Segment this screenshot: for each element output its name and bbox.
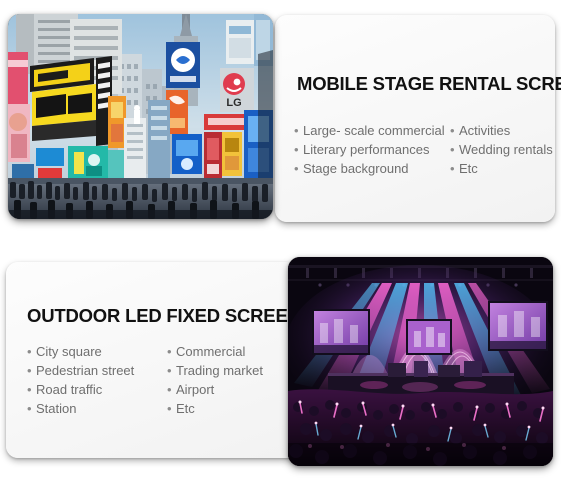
list-item: • Etc (450, 159, 553, 178)
bullet-dot-icon: • (167, 363, 172, 378)
times-square-city-billboards-photo: LG (8, 14, 273, 219)
list-item-label: Stage background (303, 161, 409, 176)
bullet-dot-icon: • (167, 344, 172, 359)
concert-stage-led-screen-photo (288, 257, 553, 466)
list-item-label: Airport (176, 382, 215, 397)
list-item: • City square (27, 342, 167, 361)
list-item: • Trading market (167, 361, 263, 380)
list-item: • Pedestrian street (27, 361, 167, 380)
list-item-label: Activities (459, 123, 511, 138)
bullet-dot-icon: • (294, 161, 299, 176)
list-item-label: Station (36, 401, 77, 416)
list-item-label: City square (36, 344, 102, 359)
page-title-mobile-stage: MOBILE STAGE RENTAL SCREEN (297, 73, 561, 94)
list-item: • Airport (167, 380, 263, 399)
list-item: • Stage background (294, 159, 450, 178)
outdoor-led-fixed-card: OUTDOOR LED FIXED SCREEN • City square • P… (6, 262, 301, 458)
bullet-dot-icon: • (27, 401, 32, 416)
feature-list-column-right: • Activities • Wedding rentals • Etc (450, 121, 553, 178)
bullet-dot-icon: • (294, 123, 299, 138)
feature-list-outdoor-led: • City square • Pedestrian street • Road tr… (27, 342, 263, 418)
page-title-outdoor-led: OUTDOOR LED FIXED SCREEN (27, 305, 301, 326)
list-item: • Etc (167, 399, 263, 418)
list-item-label: Pedestrian street (36, 363, 135, 378)
list-item: • Road traffic (27, 380, 167, 399)
product-feature-board: MOBILE STAGE RENTAL SCREEN • Large- scale… (0, 0, 561, 500)
bullet-dot-icon: • (27, 344, 32, 359)
list-item: • Wedding rentals (450, 140, 553, 159)
list-item-label: Etc (459, 161, 478, 176)
list-item-label: Road traffic (36, 382, 103, 397)
list-item-label: Trading market (176, 363, 263, 378)
bullet-dot-icon: • (450, 123, 455, 138)
list-item: • Activities (450, 121, 553, 140)
bullet-dot-icon: • (450, 161, 455, 176)
list-item: • Commercial (167, 342, 263, 361)
mobile-stage-rental-card: MOBILE STAGE RENTAL SCREEN • Large- scale… (275, 15, 561, 222)
bullet-dot-icon: • (27, 363, 32, 378)
feature-list-column-right: • Commercial • Trading market • Airport • Et… (167, 342, 263, 418)
feature-list-mobile-stage: • Large- scale commercial • Literary perfo… (294, 121, 553, 178)
list-item-label: Etc (176, 401, 195, 416)
svg-text:LG: LG (226, 97, 241, 109)
list-item-label: Commercial (176, 344, 246, 359)
bullet-dot-icon: • (27, 382, 32, 397)
feature-list-column-left: • City square • Pedestrian street • Road tr… (27, 342, 167, 418)
list-item-label: Literary performances (303, 142, 430, 157)
bullet-dot-icon: • (294, 142, 299, 157)
bullet-dot-icon: • (450, 142, 455, 157)
list-item-label: Large- scale commercial (303, 123, 445, 138)
list-item-label: Wedding rentals (459, 142, 553, 157)
list-item: • Literary performances (294, 140, 450, 159)
list-item: • Large- scale commercial (294, 121, 450, 140)
feature-list-column-left: • Large- scale commercial • Literary perfo… (294, 121, 450, 178)
bullet-dot-icon: • (167, 401, 172, 416)
bullet-dot-icon: • (167, 382, 172, 397)
list-item: • Station (27, 399, 167, 418)
